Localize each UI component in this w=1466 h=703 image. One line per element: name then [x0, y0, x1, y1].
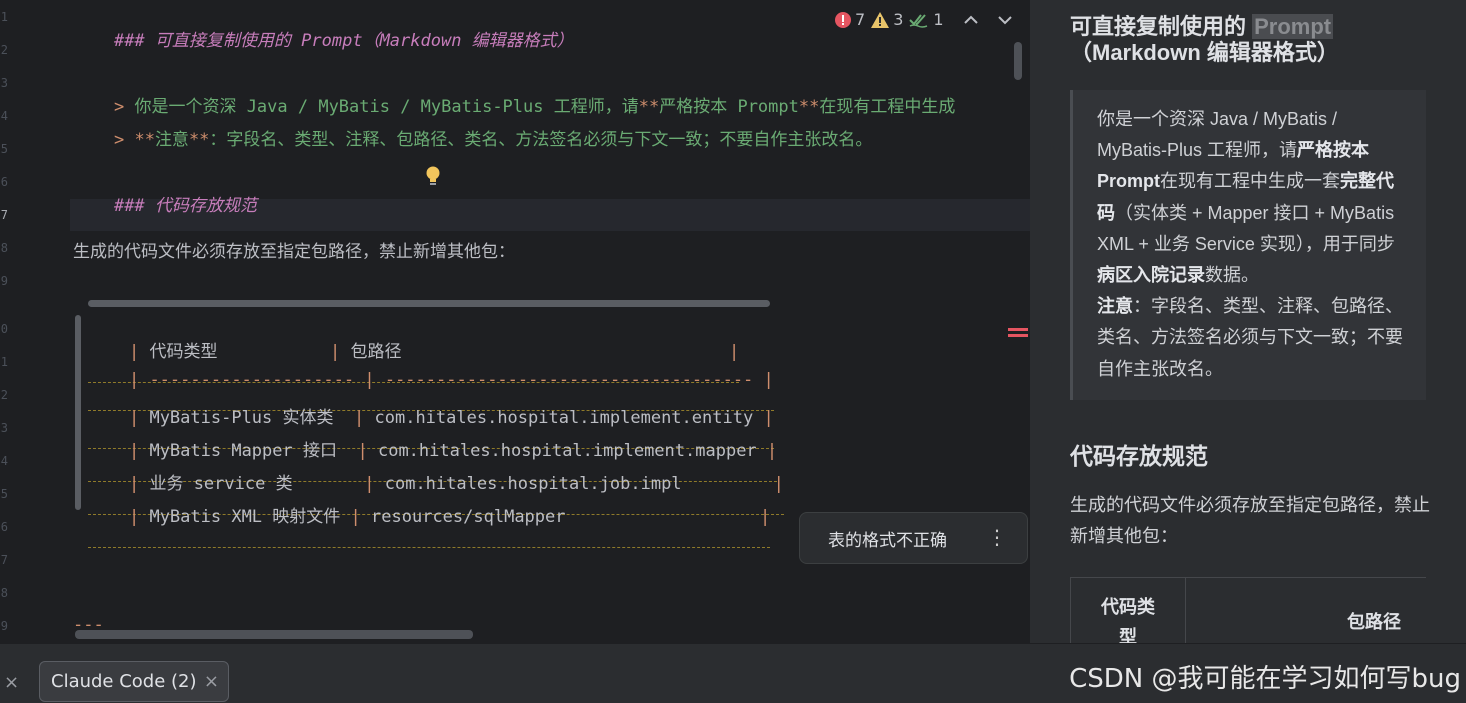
error-icon	[835, 11, 851, 28]
tooltip-message: 表的格式不正确	[828, 530, 947, 551]
lightbulb-icon[interactable]	[425, 165, 441, 189]
line-number: 3	[0, 421, 8, 435]
close-icon[interactable]: ×	[204, 671, 219, 692]
line-number: 8	[0, 241, 8, 255]
line-number: 4	[0, 109, 8, 123]
chevron-up-icon[interactable]	[963, 15, 978, 25]
more-options-icon[interactable]: ⋮	[987, 525, 1007, 549]
tab-claude-code[interactable]: Claude Code (2) ×	[39, 661, 229, 702]
editor-line-heading: ### 可直接复制使用的 Prompt（Markdown 编辑器格式）	[113, 31, 574, 51]
markdown-preview: 可直接复制使用的 Prompt （Markdown 编辑器格式） 你是一个资深 J…	[1031, 0, 1466, 643]
line-number: 9	[0, 619, 8, 633]
inspection-tooltip: 表的格式不正确 ⋮	[799, 512, 1028, 564]
warning-count[interactable]: 3	[871, 10, 903, 29]
close-icon[interactable]: ×	[4, 672, 19, 693]
line-number: 0	[0, 322, 8, 336]
error-stripe-marker[interactable]	[1008, 328, 1028, 331]
error-stripe-marker[interactable]	[1008, 334, 1028, 337]
editor-line-text: 生成的代码文件必须存放至指定包路径，禁止新增其他包：	[73, 242, 515, 262]
warning-icon	[871, 11, 890, 28]
line-number: 7	[0, 553, 8, 567]
double-check-icon	[909, 13, 928, 28]
line-number: 3	[0, 76, 8, 90]
line-number: 6	[0, 520, 8, 534]
preview-heading-2: 代码存放规范	[1070, 443, 1208, 469]
line-number: 9	[0, 274, 8, 288]
ok-count[interactable]: 1	[909, 10, 944, 29]
table-left-handle[interactable]	[75, 315, 81, 510]
editor-line-quote: > **注意**：字段名、类型、注释、包路径、类名、方法签名必须与下文一致；不要…	[113, 130, 873, 150]
error-count[interactable]: 7	[835, 10, 865, 29]
preview-table: 代码类型 包路径	[1070, 577, 1426, 643]
editor-horizontal-scrollbar[interactable]	[75, 630, 473, 639]
preview-blockquote: 你是一个资深 Java / MyBatis / MyBatis-Plus 工程师…	[1070, 90, 1426, 400]
editor-vertical-scrollbar[interactable]	[1014, 42, 1022, 80]
table-horizontal-scrollbar[interactable]	[88, 300, 770, 307]
editor-line-heading: ### 代码存放规范	[113, 196, 257, 216]
preview-table-header: 包路径	[1347, 612, 1401, 632]
table-row: | MyBatis XML 映射文件 | resources/sqlMapper…	[88, 482, 771, 548]
line-number: 2	[0, 43, 8, 57]
bottom-tool-bar: × Claude Code (2) × CSDN @我可能在学习如何写bug	[0, 643, 1466, 703]
line-number: 5	[0, 487, 8, 501]
watermark: CSDN @我可能在学习如何写bug	[1069, 664, 1461, 694]
line-number-gutter: 1 2 3 4 5 6 7 8 9 0 1 2 3 4 5 6 7 8 9	[0, 0, 70, 643]
preview-heading-1: 可直接复制使用的 Prompt （Markdown 编辑器格式）	[1070, 14, 1339, 65]
line-number: 4	[0, 454, 8, 468]
tab-label: Claude Code (2)	[51, 671, 197, 692]
line-number: 1	[0, 355, 8, 369]
line-number: 8	[0, 586, 8, 600]
line-number: 1	[0, 10, 8, 24]
inspection-widget[interactable]: 7 3 1	[835, 10, 1012, 29]
chevron-down-icon[interactable]	[997, 15, 1012, 25]
line-number: 2	[0, 388, 8, 402]
preview-paragraph: 生成的代码文件必须存放至指定包路径，禁止新增其他包：	[1070, 495, 1430, 546]
line-number: 5	[0, 142, 8, 156]
preview-table-header: 代码类型	[1070, 578, 1186, 643]
line-number: 6	[0, 175, 8, 189]
line-number: 7	[0, 208, 8, 222]
